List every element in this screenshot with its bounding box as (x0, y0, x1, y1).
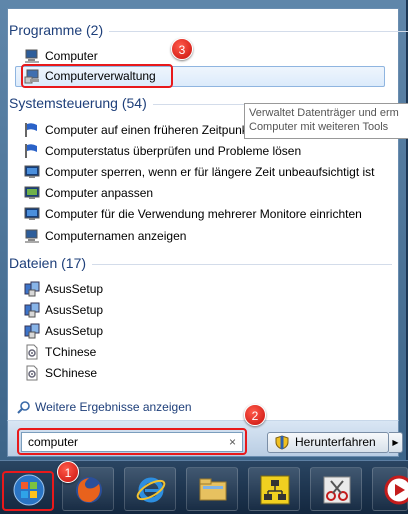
shutdown-options-arrow[interactable]: ▶ (389, 432, 403, 453)
annotation-badge-3: 3 (171, 38, 193, 60)
taskbar-explorer[interactable] (186, 467, 238, 511)
more-results-label: Weitere Ergebnisse anzeigen (35, 400, 192, 414)
program-label: Computer (45, 49, 98, 63)
control-panel-label: Computer für die Verwendung mehrerer Mon… (45, 207, 362, 221)
taskbar-media-player[interactable] (372, 467, 408, 511)
annotation-box-1 (2, 471, 54, 511)
taskbar-snipping-tool[interactable] (310, 467, 362, 511)
file-label: SChinese (45, 366, 98, 380)
setup-icon (24, 302, 40, 318)
flag-icon (25, 144, 37, 158)
control-panel-label: Computer sperren, wenn er für längere Ze… (45, 165, 375, 179)
internet-explorer-icon (136, 477, 166, 503)
shutdown-button[interactable]: Herunterfahren (267, 432, 389, 453)
network-icon (260, 475, 290, 505)
control-panel-label: Computernamen anzeigen (45, 229, 187, 243)
firefox-icon (76, 477, 102, 503)
file-label: TChinese (45, 345, 97, 359)
section-programs: Programme (2) (9, 22, 408, 38)
file-label: AsusSetup (45, 303, 104, 317)
media-player-icon (384, 475, 408, 505)
tooltip: Verwaltet Datenträger und erm Computer m… (244, 103, 408, 139)
file-label: AsusSetup (45, 282, 104, 296)
tooltip-line-2: Computer mit weiteren Tools (249, 121, 389, 133)
control-panel-label: Computerstatus überprüfen und Probleme l… (45, 144, 302, 158)
monitor-icon (24, 186, 40, 199)
section-control-panel: Systemsteuerung (54) (9, 95, 408, 111)
taskbar-internet-explorer[interactable] (124, 467, 176, 511)
monitor-icon (24, 207, 40, 220)
setup-icon (24, 323, 40, 339)
computer-icon (25, 49, 39, 63)
annotation-badge-1: 1 (57, 461, 79, 483)
monitor-icon (24, 165, 40, 178)
annotation-box-3 (21, 64, 173, 88)
ini-file-icon (26, 344, 38, 360)
shutdown-label: Herunterfahren (295, 435, 376, 449)
section-files: Dateien (17) (9, 255, 393, 271)
computer-icon (25, 229, 39, 243)
annotation-box-2 (17, 428, 247, 455)
ini-file-icon (26, 365, 38, 381)
flag-icon (25, 123, 37, 137)
shield-icon (275, 435, 289, 450)
taskbar-network[interactable] (248, 467, 300, 511)
setup-icon (24, 281, 40, 297)
tooltip-line-1: Verwaltet Datenträger und erm (249, 107, 399, 119)
snipping-tool-icon (323, 476, 351, 504)
explorer-icon (199, 478, 227, 501)
control-panel-label: Computer anpassen (45, 186, 154, 200)
file-label: AsusSetup (45, 324, 104, 338)
annotation-badge-2: 2 (244, 404, 266, 426)
magnifier-icon (17, 401, 30, 414)
